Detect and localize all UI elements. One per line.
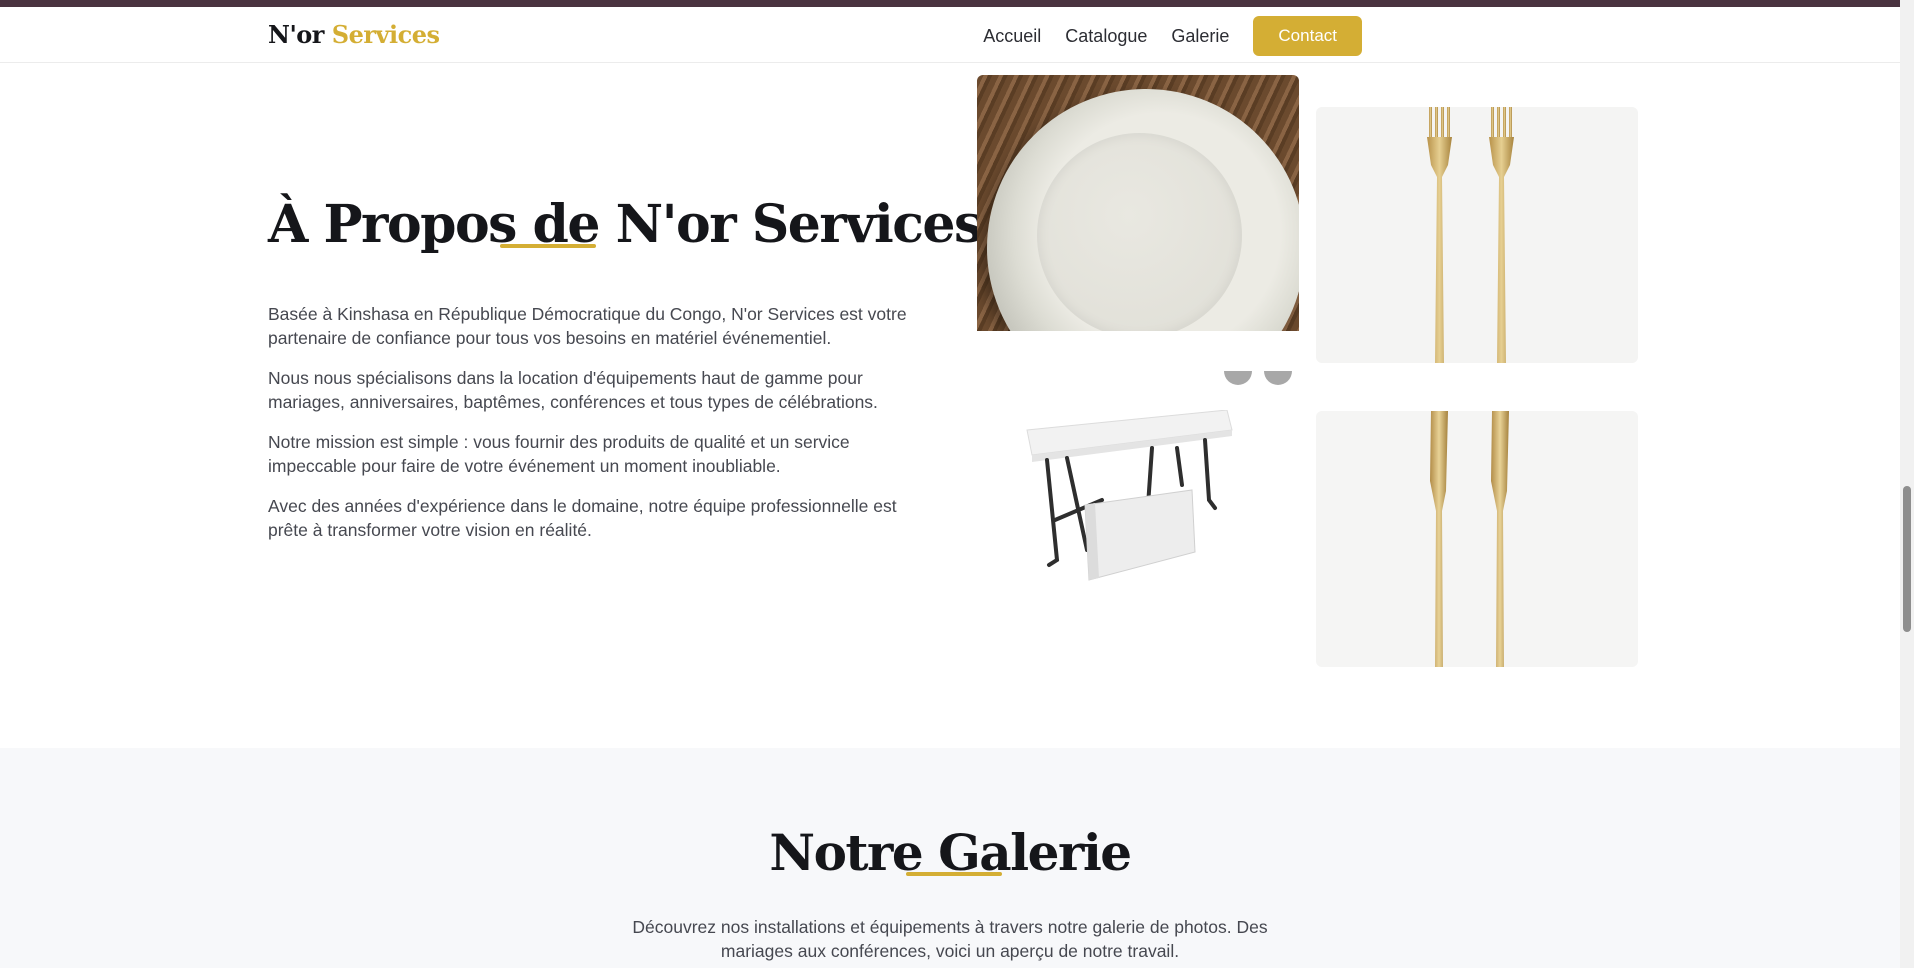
nav-link-galerie[interactable]: Galerie [1171,26,1229,47]
folding-table-illustration [1026,410,1233,581]
logo-text-primary: N'or [268,20,324,49]
main-navigation: Accueil Catalogue Galerie Contact [983,16,1362,56]
gallery-section: Notre Galerie Découvrez nos installation… [0,748,1900,968]
gallery-description: Découvrez nos installations et équipemen… [632,917,1268,961]
nav-link-accueil[interactable]: Accueil [983,26,1041,47]
plate-photo [977,75,1299,331]
gold-knives-photo [1316,411,1638,667]
contact-button[interactable]: Contact [1253,16,1362,56]
about-section: À Propos de N'or Services Basée à Kinsha… [0,63,1900,748]
plate-center [1037,133,1242,331]
nav-link-catalogue[interactable]: Catalogue [1065,26,1147,47]
about-paragraph-4: Avec des années d'expérience dans le dom… [268,496,897,540]
top-accent-bar [0,0,1900,7]
about-title: À Propos de N'or Services [268,194,983,255]
carousel-dot[interactable] [1264,371,1292,385]
navbar: N'or Services Accueil Catalogue Galerie … [0,7,1900,63]
knives-illustration [1430,411,1509,667]
carousel-dots [1224,357,1292,385]
about-paragraph-3: Notre mission est simple : vous fournir … [268,432,850,476]
folding-table-photo [977,410,1299,666]
logo-text-accent: Services [331,20,440,49]
gold-forks-photo [1316,107,1638,363]
forks-illustration [1427,107,1514,363]
about-paragraph-1: Basée à Kinshasa en République Démocrati… [268,304,907,348]
page-scrollbar[interactable] [1900,0,1914,968]
site-logo[interactable]: N'or Services [268,20,440,49]
scrollbar-thumb[interactable] [1903,486,1911,632]
about-title-underline [500,244,596,248]
about-text: Basée à Kinshasa en République Démocrati… [268,302,928,558]
carousel-dot[interactable] [1224,371,1252,385]
about-paragraph-2: Nous nous spécialisons dans la location … [268,368,878,412]
gallery-title-underline [906,872,1002,876]
